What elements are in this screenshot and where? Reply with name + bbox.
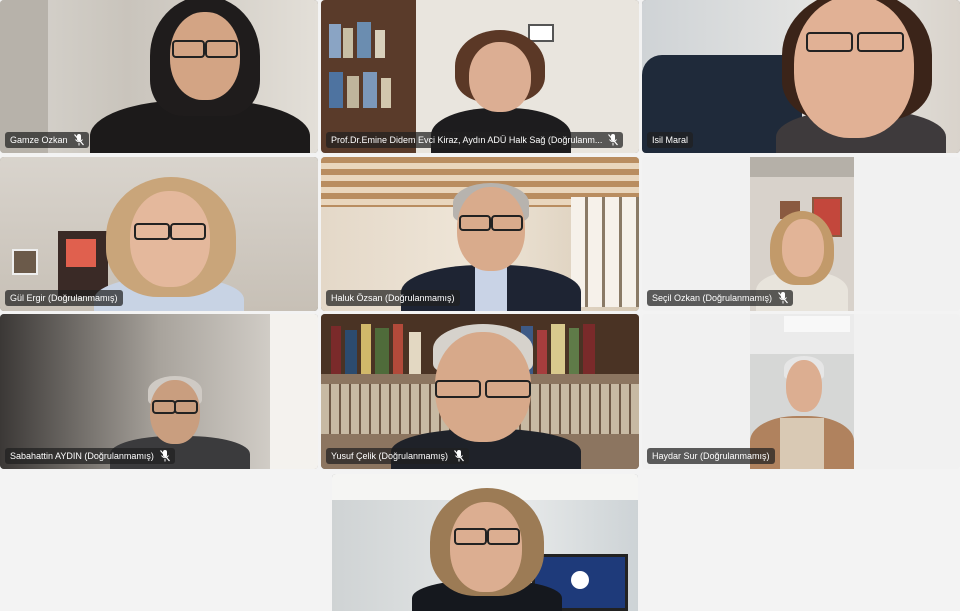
participant-name-tag: Gamze Ozkan [5,132,89,148]
participant-name-tag: Prof.Dr.Emine Didem Evci Kiraz, Aydın AD… [326,132,624,148]
video-tile-gul-ergir[interactable]: Gül Ergir (Doğrulanmamış) [0,157,318,311]
video-tile-emine-didem-evci-kiraz[interactable]: Prof.Dr.Emine Didem Evci Kiraz, Aydın AD… [321,0,639,153]
portrait-video-frame [750,157,854,311]
microphone-muted-icon [608,134,619,146]
participant-name: Gül Ergir (Doğrulanmamış) [10,293,118,303]
participant-name: Sabahattin AYDIN (Doğrulanmamış) [10,451,154,461]
video-tile-gamze-ozkan[interactable]: Gamze Ozkan [0,0,318,153]
microphone-muted-icon [73,134,84,146]
participant-name-tag: Seçil Ozkan (Doğrulanmamış) [647,290,794,306]
microphone-muted-icon [778,292,789,304]
microphone-muted-icon [454,450,465,462]
video-tile-isil-maral[interactable]: Isil Maral [642,0,960,153]
participant-name: Prof.Dr.Emine Didem Evci Kiraz, Aydın AD… [331,135,603,145]
video-tile-secil-ozkan[interactable]: Seçil Ozkan (Doğrulanmamış) [642,157,960,311]
participant-name-tag: Isil Maral [647,132,694,148]
microphone-muted-icon [159,450,170,462]
participant-name-tag: Yusuf Çelik (Doğrulanmamış) [326,448,470,464]
video-tile-haydar-sur[interactable]: Haydar Sur (Doğrulanmamış) [642,314,960,469]
participant-name-tag: Haluk Özsan (Doğrulanmamış) [326,290,460,306]
bookshelf [321,0,416,153]
participant-name: Gamze Ozkan [10,135,68,145]
participant-video [412,488,562,611]
video-tile-sabahattin-aydin[interactable]: Sabahattin AYDIN (Doğrulanmamış) [0,314,318,469]
participant-name-tag: Haydar Sur (Doğrulanmamış) [647,448,775,464]
participant-video [762,0,960,153]
portrait-video-frame [750,314,854,469]
participant-name: Haydar Sur (Doğrulanmamış) [652,451,770,461]
participant-name-tag: Sabahattin AYDIN (Doğrulanmamış) [5,448,175,464]
window-panels [571,197,639,307]
video-tile-haluk-ozsan[interactable]: Haluk Özsan (Doğrulanmamış) [321,157,639,311]
participant-video [80,0,318,153]
participant-name: Haluk Özsan (Doğrulanmamış) [331,293,455,303]
participant-name: Isil Maral [652,135,689,145]
participant-name: Seçil Ozkan (Doğrulanmamış) [652,293,773,303]
participant-name-tag: Gül Ergir (Doğrulanmamış) [5,290,123,306]
video-tile-participant-10[interactable] [332,474,638,611]
participant-name: Yusuf Çelik (Doğrulanmamış) [331,451,449,461]
window-light [270,314,318,469]
video-tile-yusuf-celik[interactable]: Yusuf Çelik (Doğrulanmamış) [321,314,639,469]
